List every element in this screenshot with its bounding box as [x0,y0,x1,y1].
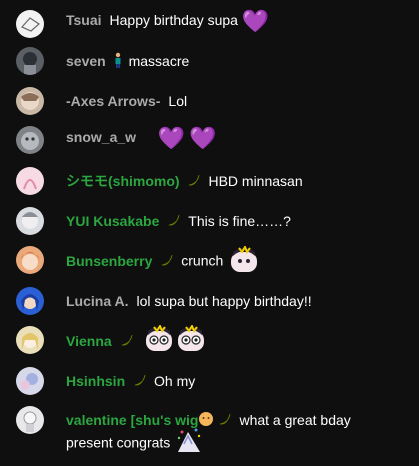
party-emoji-icon [174,426,202,452]
author-name[interactable]: Hsinhsin [66,373,125,389]
banana-member-badge-icon [217,411,233,432]
author-name[interactable]: YUI Kusakabe [66,213,159,229]
live-chat: Tsuai Happy birthday supa 💜 seven massacr… [0,0,419,466]
banana-member-badge-icon [166,212,182,233]
message-text: Oh my [154,373,196,389]
avatar[interactable] [16,10,44,38]
purple-heart-icon: 💜 [189,125,217,151]
banana-member-badge-icon [159,252,175,273]
banana-member-badge-icon [186,172,202,193]
person-icon [113,52,123,73]
author-name[interactable]: Lucina A. [66,293,129,309]
message-text: crunch [181,252,224,269]
author-name[interactable]: シモモ(shimomo) [66,173,180,189]
message-text-continued: present congrats [66,434,171,451]
avatar[interactable] [16,246,44,274]
banana-member-badge-icon [119,332,135,353]
avatar[interactable] [16,167,44,195]
author-name[interactable]: Tsuai [66,12,102,28]
author-name[interactable]: snow_a_w [66,129,136,145]
message-text: HBD minnasan [208,173,303,189]
message-text: Happy birthday supa [109,12,238,28]
avatar[interactable] [16,287,44,315]
avatar[interactable] [16,47,44,75]
chibi-face-emoji-icon [229,244,258,272]
avatar[interactable] [16,326,44,354]
message-text: massacre [128,53,190,69]
message-text: Lol [168,93,188,109]
message-text: lol supa but happy birthday!! [136,293,312,309]
shocked-face-emoji-icon [144,323,173,351]
purple-heart-icon: 💜 [157,125,186,151]
author-name[interactable]: Vienna [66,333,112,349]
author-name[interactable]: -Axes Arrows- [66,93,160,109]
avatar[interactable] [16,207,44,235]
avatar[interactable] [16,126,44,154]
message-text: This is fine……? [188,213,291,229]
banana-member-badge-icon [132,372,148,393]
author-name[interactable]: Bunsenberry [66,253,152,269]
avatar[interactable] [16,87,44,115]
avatar[interactable] [16,406,44,434]
author-name[interactable]: seven [66,53,106,69]
purple-heart-icon: 💜 [241,8,270,34]
avatar[interactable] [16,367,44,395]
shocked-face-emoji-icon [176,323,205,351]
message-text: what a great bday [239,412,351,428]
